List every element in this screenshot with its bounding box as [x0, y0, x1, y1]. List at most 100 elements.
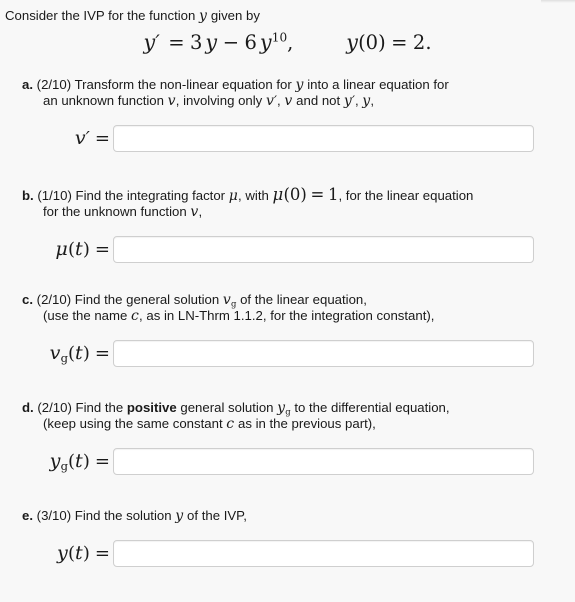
- equation-coefficient-2: 6: [244, 31, 257, 54]
- part-a-line-1: a. (2/10) Transform the non-linear equat…: [0, 77, 575, 93]
- part-a-line1-variable: y: [295, 77, 304, 93]
- displayed-equation: y′ = 3y − 6 y10, y(0) = 2.: [0, 30, 575, 55]
- part-e-line1-variable: y: [175, 508, 184, 524]
- part-e-answer-row: y(t) =: [0, 537, 575, 571]
- initial-condition-y: y: [346, 30, 359, 54]
- part-d-answer-label-arg: t: [74, 450, 83, 472]
- part-d-line1-subscript: g: [285, 406, 291, 417]
- part-d-answer-label-open-paren: (: [67, 451, 75, 472]
- intro-variable-y: y: [199, 8, 208, 24]
- part-d-line2-constant: c: [226, 416, 235, 432]
- part-a-line2-text-a: an unknown function: [43, 93, 164, 108]
- part-e-answer-label-open-paren: (: [67, 543, 75, 564]
- part-e-line1-text-b: of the IVP,: [187, 508, 247, 523]
- initial-condition-equals: =: [391, 31, 408, 54]
- equation-term-1-y: y: [205, 30, 218, 54]
- part-b-line1-arg: 0: [289, 185, 301, 204]
- part-c-line1-variable: v: [222, 292, 232, 308]
- part-c-line-2: (use the name c, as in LN-Thrm 1.1.2, fo…: [0, 308, 575, 324]
- intro-text-before: Consider the IVP for the function: [5, 8, 196, 23]
- part-a-line2-text-f: ,: [370, 93, 375, 108]
- initial-condition-arg: 0: [365, 31, 379, 54]
- part-b-line2-text-a: for the unknown function: [43, 204, 187, 219]
- part-e-answer-label-arg: t: [74, 542, 83, 564]
- part-c-answer-label-equals: =: [94, 343, 110, 364]
- equation-term-2-y: y: [259, 30, 272, 54]
- part-a-answer-label: v′ =: [0, 122, 110, 155]
- part-e-answer-label-close-paren: ): [82, 543, 90, 564]
- part-a-line2-text-b: , involving only: [175, 93, 263, 108]
- part-e-answer-input[interactable]: [113, 540, 534, 567]
- part-c-answer-label-arg: t: [74, 342, 83, 364]
- part-d-answer-label-subscript: g: [60, 459, 68, 474]
- part-a-points: (2/10): [36, 77, 72, 92]
- part-a-answer-input[interactable]: [113, 125, 534, 152]
- part-b-answer-label: μ(t) =: [0, 233, 110, 266]
- part-c-line2-constant: c: [130, 308, 140, 324]
- part-d-answer-label-variable: y: [49, 450, 61, 472]
- part-d-line-2: (keep using the same constant c as in th…: [0, 416, 575, 432]
- part-a-line2-variable-v2: v: [265, 93, 275, 109]
- part-d-line-1: d. (2/10) Find the positive general solu…: [0, 400, 575, 416]
- part-d: d. (2/10) Find the positive general solu…: [0, 400, 575, 479]
- part-b-answer-label-close-paren: ): [82, 239, 90, 260]
- part-d-line1-text-a: Find the: [75, 400, 124, 415]
- part-c-answer-label-open-paren: (: [67, 343, 75, 364]
- problem-page: Consider the IVP for the function y give…: [0, 0, 575, 602]
- part-b-line1-mu-function: μ: [272, 185, 284, 204]
- part-a-answer-label-prime: ′: [85, 128, 90, 149]
- part-e: e. (3/10) Find the solution y of the IVP…: [0, 508, 575, 571]
- part-e-answer-label: y(t) =: [0, 537, 110, 570]
- part-b-answer-label-mu: μ: [55, 238, 68, 260]
- top-edge-shadow: [541, 0, 575, 3]
- initial-condition-open-paren: (: [358, 31, 366, 54]
- part-d-answer-row: yg(t) =: [0, 445, 575, 479]
- part-b-answer-label-arg: t: [74, 238, 83, 260]
- part-c-answer-label: vg(t) =: [0, 337, 110, 370]
- part-b-line1-mu: μ: [228, 188, 239, 204]
- part-c-marker: c.: [22, 292, 33, 307]
- part-b-line1-text-b: , with: [238, 188, 269, 203]
- part-c-line1-subscript: g: [231, 298, 237, 309]
- equation-term-2-exponent: 10: [271, 30, 288, 45]
- part-b-line2-text-b: ,: [198, 204, 203, 219]
- part-b-line1-text-a: Find the integrating factor: [75, 188, 226, 203]
- equation-coefficient-1: 3: [189, 31, 203, 54]
- part-a-line2-text-e: ,: [354, 93, 359, 108]
- part-c-answer-row: vg(t) =: [0, 337, 575, 371]
- part-a: a. (2/10) Transform the non-linear equat…: [0, 77, 575, 156]
- part-b-marker: b.: [22, 188, 34, 203]
- equation-minus: −: [222, 31, 240, 54]
- initial-condition-value: 2: [412, 31, 426, 54]
- part-d-line1-text-b: general solution: [180, 400, 274, 415]
- part-c-line1-text-b: of the linear equation,: [240, 292, 367, 307]
- part-d-line2-text-b: as in the previous part),: [238, 416, 376, 431]
- initial-condition-close-paren: ): [378, 31, 386, 54]
- part-c-answer-input[interactable]: [113, 340, 534, 367]
- part-e-points: (3/10): [36, 508, 72, 523]
- part-d-line1-emphasis: positive: [126, 400, 177, 415]
- part-d-points: (2/10): [37, 400, 72, 415]
- part-b-line1-close-paren: ): [300, 185, 307, 204]
- part-a-line1-text-b: into a linear equation for: [307, 77, 449, 92]
- part-b-answer-label-equals: =: [94, 239, 110, 260]
- part-d-marker: d.: [22, 400, 34, 415]
- part-d-line1-text-c: to the differential equation,: [294, 400, 450, 415]
- part-a-answer-label-variable: v: [74, 127, 86, 149]
- part-c-line-1: c. (2/10) Find the general solution vg o…: [0, 292, 575, 308]
- part-a-line2-variable-v1: v: [167, 93, 176, 109]
- equation-comma: ,: [287, 31, 294, 54]
- part-e-line1-text-a: Find the solution: [74, 508, 172, 523]
- equation-lhs-y: y: [143, 30, 156, 54]
- part-e-line-1: e. (3/10) Find the solution y of the IVP…: [0, 508, 575, 524]
- part-c-line2-text-a: (use the name: [43, 308, 128, 323]
- part-b-answer-row: μ(t) =: [0, 233, 575, 267]
- part-c-line2-text-b: , as in LN-Thrm 1.1.2, for the integrati…: [139, 308, 435, 323]
- part-a-line2-variable-v3: v: [284, 93, 293, 109]
- intro-text-after: given by: [210, 8, 260, 23]
- part-b-answer-input[interactable]: [113, 236, 534, 263]
- part-e-answer-label-variable: y: [56, 542, 68, 564]
- part-c-line1-text-a: Find the general solution: [74, 292, 220, 307]
- part-a-line2-text-c: ,: [277, 93, 281, 108]
- part-d-answer-input[interactable]: [113, 448, 534, 475]
